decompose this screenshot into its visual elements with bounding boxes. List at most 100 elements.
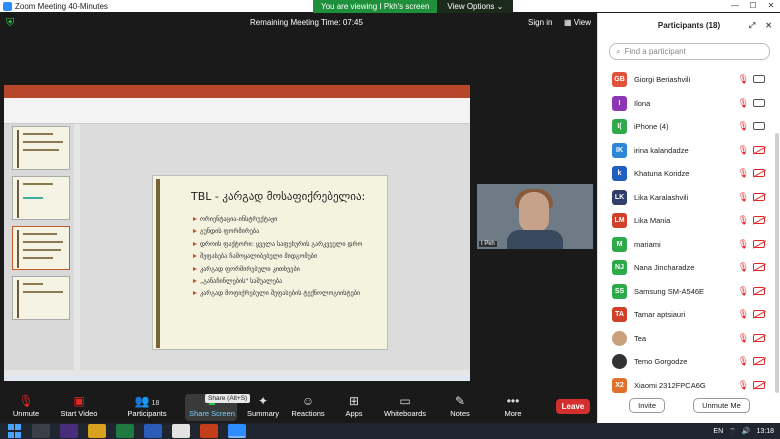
task-view-icon[interactable] [32,424,50,438]
mic-muted-icon: 🎙 [737,215,749,225]
notes-button[interactable]: ✎ Notes [430,393,490,418]
participant-row[interactable]: Tea 🎙 [598,327,773,351]
participant-row[interactable]: k Khatuna Koridze 🎙 [598,162,773,186]
popout-icon[interactable]: ⤢ [749,21,755,31]
unmute-me-button[interactable]: Unmute Me [693,398,750,413]
window-title: Zoom Meeting 40-Minutes [15,1,108,11]
leave-button[interactable]: Leave [556,399,590,414]
participant-name: irina kalandadze [634,145,689,155]
participant-name: Nana Jincharadze [634,263,695,273]
participant-row[interactable]: NJ Nana Jincharadze 🎙 [598,256,773,280]
mic-muted-icon: 🎙 [737,356,749,366]
language-indicator[interactable]: EN [713,428,723,435]
chrome-icon[interactable] [172,424,190,438]
participant-name: Temo Gorgodze [634,357,688,367]
participant-name: Tea [634,333,647,343]
video-off-icon [753,192,765,201]
video-name-label: I Pkh [479,241,497,247]
mic-muted-icon: 🎙 [737,121,749,131]
avatar: k [612,166,627,182]
slide-accent-bar [156,179,160,348]
mic-muted-icon: 🎙 [737,379,749,390]
onenote-icon[interactable] [60,424,78,438]
zoom-app-icon [3,1,12,11]
whiteboards-button[interactable]: ▭ Whiteboards [375,393,435,418]
volume-icon[interactable]: 🔊 [742,427,751,435]
mic-muted-icon: 🎙 [737,262,749,272]
slide-thumbnail-selected[interactable] [12,226,70,270]
windows-start-icon[interactable] [8,424,22,438]
sign-in-button[interactable]: Sign in [528,18,552,27]
minimize-button[interactable]: — [726,0,744,12]
close-panel-icon[interactable]: ✕ [765,21,772,31]
mic-muted-icon: 🎙 [737,285,749,296]
avatar: M [612,236,627,252]
powerpoint-icon[interactable] [200,424,218,438]
participants-button[interactable]: 👥 18 Participants [117,393,177,418]
video-off-icon [753,310,765,318]
unmute-button[interactable]: 🎙 Unmute [0,393,56,418]
participant-status-icons: 🎙 [738,357,765,366]
view-button[interactable]: ▦ View [564,18,591,27]
slide-thumbnail[interactable] [12,126,70,170]
participant-search-input[interactable]: ⌕ Find a participant [609,43,770,60]
zoom-taskbar-icon[interactable] [228,424,246,438]
participant-row[interactable]: SS Samsung SM-A546E 🎙 [598,280,773,304]
shared-screen-stage: TBL - კარგად მოსაფიქრებელია: ორიენტაცია-… [0,33,596,393]
slide-thumbnail[interactable] [12,176,70,220]
current-slide: TBL - კარგად მოსაფიქრებელია: ორიენტაცია-… [152,175,388,350]
slide-thumbnail[interactable] [12,276,70,320]
file-explorer-icon[interactable] [88,424,106,438]
participant-status-icons: 🎙 [737,332,765,343]
slide-bullet: გუნდის ფორმირება [193,228,362,235]
maximize-button[interactable]: ☐ [744,0,762,12]
start-video-button[interactable]: ▣ Start Video [49,393,109,418]
more-button[interactable]: ••• More [483,393,543,418]
participant-row[interactable]: Temo Gorgodze 🎙 [598,350,773,374]
mic-muted-icon: 🎙 [737,74,749,84]
participant-status-icons: 🎙 [738,122,765,131]
participant-row[interactable]: IK irina kalandadze 🎙 [598,139,773,163]
participant-row[interactable]: I Ilona 🎙 [598,92,773,116]
participant-status-icons: 🎙 [738,145,765,155]
avatar: I( [612,119,627,135]
video-off-icon [753,333,765,342]
participant-video-tile[interactable]: I Pkh [477,184,593,249]
excel-icon[interactable] [116,424,134,438]
video-off-icon [753,145,765,154]
video-off-icon [753,263,765,271]
participant-status-icons: 🎙 [738,75,765,84]
participant-row[interactable]: TA Tamar aptsiauri 🎙 [598,303,773,327]
participant-row[interactable]: LM Lika Mania 🎙 [598,209,773,233]
view-options-button[interactable]: View Options ⌄ [437,0,514,13]
avatar: IK [612,142,627,158]
avatar: GB [612,72,627,88]
participant-name: iPhone (4) [634,122,669,132]
security-shield-icon[interactable]: ⛨ [6,17,16,29]
video-off-icon [753,380,765,389]
slide-bullet: კარგად მოფიქრებული შეფასების ტექნოლოგიის… [193,290,362,297]
participant-row[interactable]: Mmariami 🎙 [598,233,773,257]
network-icon[interactable]: ⌔ [729,427,736,436]
mic-muted-icon: 🎙 [737,332,749,343]
participants-footer: Invite Unmute Me [598,398,780,413]
video-off-icon [753,286,765,295]
participant-row[interactable]: X2 Xiaomi 2312FPCA6G 🎙 [598,374,773,398]
word-icon[interactable] [144,424,162,438]
participant-row[interactable]: I( iPhone (4) 🎙 [598,115,773,139]
participant-list-scrollbar[interactable] [775,133,779,393]
search-icon: ⌕ [616,46,621,56]
video-off-icon [753,239,765,248]
slide-bullet: კარგად ფორმირებული კითხვები [193,266,362,273]
avatar: I [612,95,627,111]
participants-panel: Participants (18) ⤢ ✕ ⌕ Find a participa… [597,13,780,423]
clock[interactable]: 13:18 [756,428,774,435]
close-button[interactable]: ✕ [762,0,780,12]
video-icon [753,75,765,83]
participant-row[interactable]: GB Giorgi Beriashvili 🎙 [598,68,773,92]
slide-bullet: შეფასება ჩამოყალიბებული მიდგომები [193,253,362,260]
participant-status-icons: 🎙 [738,216,765,225]
participant-name: Giorgi Beriashvili [634,75,691,85]
participant-row[interactable]: LK Lika Karalashvili 🎙 [598,186,773,210]
invite-button[interactable]: Invite [629,398,666,413]
